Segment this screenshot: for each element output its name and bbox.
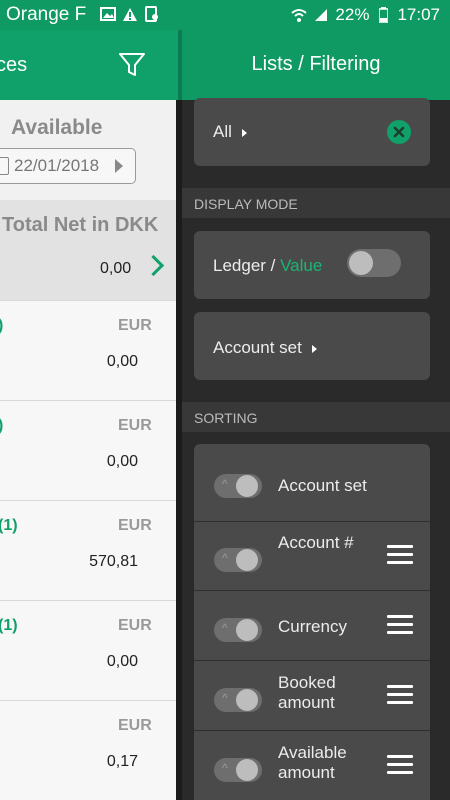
- value-label: Value: [280, 256, 323, 275]
- sort-label: Available amount: [278, 743, 347, 782]
- status-bar: Orange F 22% 17:07: [0, 0, 450, 30]
- sort-label: Booked amount: [278, 673, 336, 712]
- date-selector[interactable]: 22/01/2018: [0, 148, 136, 184]
- sort-item-account-set[interactable]: ^ Account set: [194, 452, 430, 522]
- account-currency: EUR: [118, 317, 152, 334]
- sort-item-available-amount[interactable]: ^ Available amount: [194, 731, 430, 800]
- account-value: 0,00: [106, 353, 138, 370]
- total-summary[interactable]: Total Net in DKK 0,00: [0, 200, 176, 300]
- account-value: 0,00: [106, 653, 138, 670]
- ledger-value-card[interactable]: Ledger / Value: [194, 231, 430, 299]
- account-set-card[interactable]: Account set: [194, 312, 430, 380]
- caret-right-icon: [311, 344, 317, 353]
- sort-up-icon: ^: [222, 551, 228, 565]
- account-count: ): [0, 417, 3, 435]
- filter-all-card[interactable]: All: [194, 98, 430, 166]
- account-value: 0,00: [106, 453, 138, 470]
- account-row[interactable]: ) EUR 0,00: [0, 400, 176, 501]
- phone-update-icon: [144, 6, 160, 22]
- sort-direction-toggle[interactable]: ^: [214, 474, 262, 498]
- account-currency: EUR: [118, 517, 152, 534]
- sort-direction-toggle[interactable]: ^: [214, 618, 262, 642]
- ledger-value-label: Ledger / Value: [213, 256, 323, 275]
- wifi-icon: [291, 7, 308, 23]
- account-value: 0,17: [106, 753, 138, 770]
- sort-up-icon: ^: [222, 621, 228, 635]
- battery-icon: [375, 7, 391, 23]
- total-value: 0,00: [100, 260, 132, 277]
- battery-percent: 22%: [335, 5, 370, 24]
- account-row[interactable]: ) EUR 0,00: [0, 300, 176, 401]
- filter-icon[interactable]: [118, 50, 146, 78]
- sort-up-icon: ^: [222, 477, 228, 491]
- drag-handle-icon[interactable]: [387, 755, 413, 775]
- clear-filter-icon[interactable]: [387, 120, 411, 144]
- sort-item-booked-amount[interactable]: ^ Booked amount: [194, 661, 430, 731]
- chevron-right-icon: [142, 254, 165, 277]
- warning-icon: [122, 6, 138, 22]
- next-date-icon[interactable]: [115, 159, 123, 173]
- image-icon: [100, 6, 116, 22]
- sort-up-icon: ^: [222, 691, 228, 705]
- total-label: Total Net in DKK: [2, 214, 159, 236]
- account-row[interactable]: (1) EUR 570,81: [0, 500, 176, 601]
- account-count: (1): [0, 517, 18, 534]
- account-set-label: Account set: [213, 338, 317, 358]
- display-mode-header: DISPLAY MODE: [182, 188, 450, 218]
- account-currency: EUR: [118, 417, 152, 434]
- sort-label: Currency: [278, 617, 347, 636]
- accounts-panel: Available 22/01/2018 Total Net in DKK 0,…: [0, 100, 176, 800]
- sorting-header: SORTING: [182, 402, 450, 432]
- filter-all-label: All: [213, 122, 247, 142]
- drag-handle-icon[interactable]: [387, 615, 413, 635]
- sort-direction-toggle[interactable]: ^: [214, 758, 262, 782]
- drag-handle-icon[interactable]: [387, 545, 413, 565]
- sort-item-account-number[interactable]: ^ Account #: [194, 521, 430, 591]
- sort-up-icon: ^: [222, 761, 228, 775]
- account-row[interactable]: (1) EUR 0,00: [0, 600, 176, 701]
- account-currency: EUR: [118, 717, 152, 734]
- ledger-value-toggle[interactable]: [347, 249, 401, 277]
- date-value: 22/01/2018: [14, 156, 100, 175]
- account-value: 570,81: [89, 553, 138, 570]
- calendar-icon: [0, 157, 9, 175]
- account-currency: EUR: [118, 617, 152, 634]
- sort-item-currency[interactable]: ^ Currency: [194, 591, 430, 661]
- carrier-name: Orange F: [6, 4, 87, 25]
- account-count: (1): [0, 617, 18, 634]
- sort-direction-toggle[interactable]: ^: [214, 548, 262, 572]
- sort-list: ^ Account set ^ Account # ^ Currency ^ B…: [194, 444, 430, 800]
- caret-right-icon: [241, 128, 247, 137]
- sort-label: Account set: [278, 476, 367, 495]
- status-right: 22% 17:07: [291, 5, 440, 25]
- available-heading: Available: [11, 116, 103, 139]
- drag-handle-icon[interactable]: [387, 685, 413, 705]
- clock: 17:07: [397, 5, 440, 24]
- account-count: ): [0, 317, 3, 335]
- drawer-title: Lists / Filtering: [251, 53, 381, 75]
- notification-icons: [100, 6, 160, 22]
- sort-direction-toggle[interactable]: ^: [214, 688, 262, 712]
- page-title: ces: [0, 54, 28, 76]
- drawer-header: Lists / Filtering: [182, 30, 450, 100]
- left-app-header: ces: [0, 30, 178, 100]
- signal-icon: [313, 7, 329, 23]
- sort-label: Account #: [278, 533, 354, 552]
- account-row[interactable]: EUR 0,17: [0, 700, 176, 800]
